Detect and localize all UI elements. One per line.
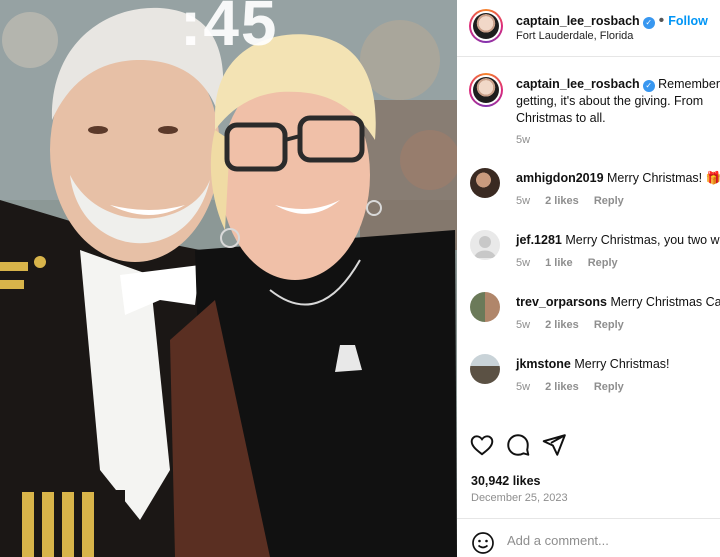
comment-likes[interactable]: 1 like — [545, 257, 573, 269]
separator-dot: • — [658, 12, 665, 29]
comment-username[interactable]: jkmstone — [516, 357, 571, 371]
comment-text: Merry Christmas! 🎁 — [607, 171, 720, 185]
post-location[interactable]: Fort Lauderdale, Florida — [516, 30, 633, 42]
comment-item: trev_orparsons Merry Christmas Ca — [516, 295, 720, 309]
reply-button[interactable]: Reply — [594, 319, 624, 331]
comment-text: Merry Christmas Ca — [610, 295, 720, 309]
comment-meta: 5w 2 likes Reply — [516, 381, 636, 393]
share-icon[interactable] — [541, 432, 567, 458]
comment-meta: 5w 2 likes Reply — [516, 319, 636, 331]
post-date: December 25, 2023 — [471, 492, 568, 504]
caption-username[interactable]: captain_lee_rosbach — [516, 77, 640, 91]
comment-username[interactable]: amhigdon2019 — [516, 171, 604, 185]
verified-icon: ✓ — [642, 80, 655, 92]
reply-button[interactable]: Reply — [594, 195, 624, 207]
header-username[interactable]: captain_lee_rosbach — [516, 14, 640, 28]
comment-text: Merry Christmas! — [574, 357, 670, 371]
likes-count[interactable]: 30,942 likes — [471, 474, 541, 488]
comment-username[interactable]: trev_orparsons — [516, 295, 607, 309]
post-photo[interactable]: :45 — [0, 0, 457, 557]
caption: captain_lee_rosbach ✓ Remember, getting, … — [516, 76, 720, 127]
caption-line-2: getting, it's about the giving. From — [516, 94, 704, 108]
photo-illustration — [0, 0, 457, 557]
comment-item: jkmstone Merry Christmas! — [516, 357, 670, 371]
follow-button[interactable]: Follow — [668, 14, 708, 28]
add-comment-bar — [469, 530, 719, 556]
comment-time: 5w — [516, 381, 531, 393]
comment-avatar[interactable] — [470, 354, 500, 384]
avatar[interactable] — [469, 9, 503, 43]
comment-time: 5w — [516, 257, 531, 269]
comment-time: 5w — [516, 195, 531, 207]
default-avatar-icon — [474, 236, 496, 258]
caption-avatar[interactable] — [469, 73, 503, 107]
caption-time: 5w — [516, 134, 531, 146]
comment-likes[interactable]: 2 likes — [545, 381, 579, 393]
heart-icon[interactable] — [469, 432, 495, 458]
verified-icon: ✓ — [642, 17, 655, 29]
post-side-panel: captain_lee_rosbach ✓ • Follow Fort Lauderd… — [457, 0, 720, 557]
comment-time: 5w — [516, 319, 531, 331]
comment-likes[interactable]: 2 likes — [545, 319, 579, 331]
post-header: captain_lee_rosbach ✓ • Follow Fort Lauderd… — [457, 0, 720, 57]
caption-line-3: Christmas to all. — [516, 111, 606, 125]
comment-input[interactable] — [507, 533, 707, 548]
comment-item: amhigdon2019 Merry Christmas! 🎁 — [516, 171, 720, 186]
comment-avatar[interactable] — [470, 168, 500, 198]
comment-username[interactable]: jef.1281 — [516, 233, 562, 247]
comment-text: Merry Christmas, you two w — [565, 233, 720, 247]
photo-overlay-text: :45 — [180, 0, 279, 59]
divider — [457, 518, 720, 519]
comment-likes[interactable]: 2 likes — [545, 195, 579, 207]
emoji-icon[interactable] — [471, 531, 495, 555]
avatar-image — [473, 77, 499, 103]
reply-button[interactable]: Reply — [588, 257, 618, 269]
avatar-image — [473, 13, 499, 39]
header-user-row: captain_lee_rosbach ✓ • Follow — [516, 12, 708, 30]
caption-line-1: Remember, — [658, 77, 720, 91]
comment-meta: 5w 1 like Reply — [516, 257, 630, 269]
comment-icon[interactable] — [505, 432, 531, 458]
comment-meta: 5w 2 likes Reply — [516, 195, 636, 207]
reply-button[interactable]: Reply — [594, 381, 624, 393]
action-bar — [469, 432, 719, 460]
comment-avatar[interactable] — [470, 230, 500, 260]
comment-avatar[interactable] — [470, 292, 500, 322]
comment-item: jef.1281 Merry Christmas, you two w — [516, 233, 720, 247]
